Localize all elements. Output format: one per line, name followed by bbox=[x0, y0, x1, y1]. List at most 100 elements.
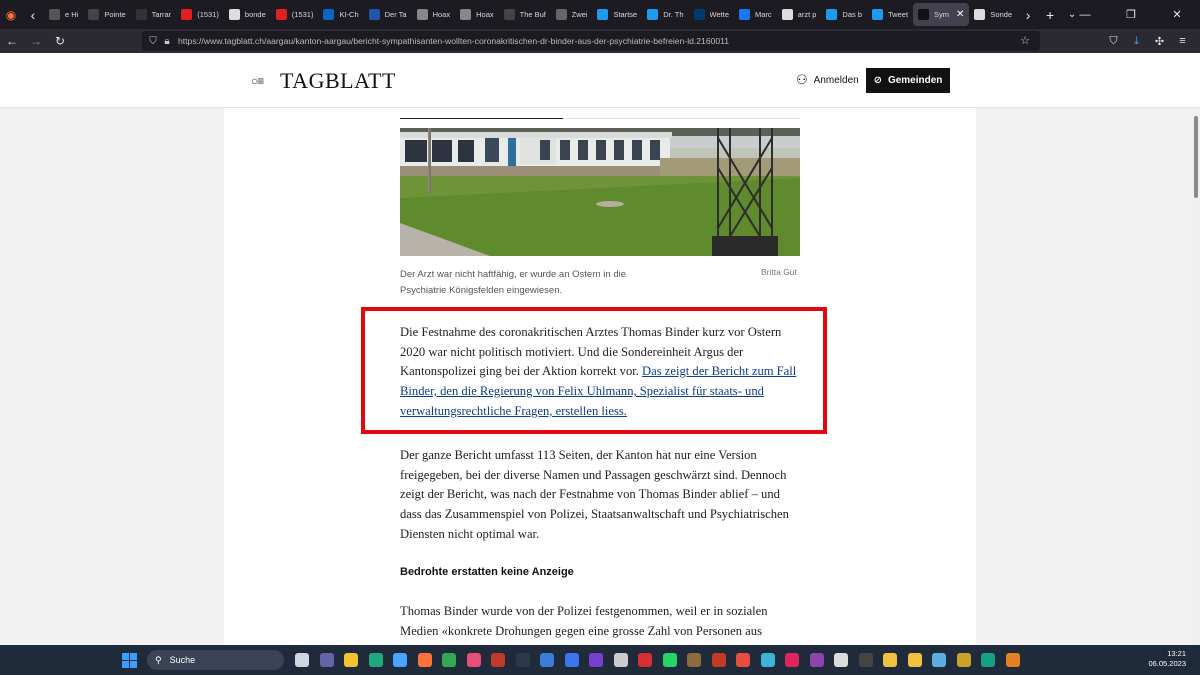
extensions-icon[interactable]: ✣ bbox=[1148, 35, 1171, 48]
site-logo[interactable]: TAGBLATT bbox=[280, 68, 396, 94]
browser-tab[interactable]: (1531) bbox=[271, 0, 319, 29]
taskbar-search[interactable]: ⚲ Suche bbox=[147, 650, 284, 670]
icon-glyph bbox=[515, 653, 530, 667]
tab-label: The Buffalo bbox=[519, 10, 546, 19]
icon-glyph bbox=[883, 653, 898, 667]
task-view-icon[interactable] bbox=[290, 650, 315, 670]
reload-button[interactable]: ↻ bbox=[48, 34, 72, 48]
whatsapp-icon[interactable] bbox=[658, 650, 683, 670]
icon-glyph bbox=[638, 653, 653, 667]
pocket-icon[interactable]: ⛉ bbox=[1102, 35, 1125, 48]
az-icon bbox=[693, 9, 705, 20]
browser-tab[interactable]: Pointe bbox=[83, 0, 130, 29]
downloads-icon[interactable]: ⤓ bbox=[1125, 35, 1148, 48]
app-icon[interactable] bbox=[535, 650, 560, 670]
gemeinden-button[interactable]: ⊘ Gemeinden bbox=[866, 68, 950, 93]
app-icon[interactable] bbox=[805, 650, 830, 670]
m-icon bbox=[368, 9, 380, 20]
app-icon[interactable] bbox=[731, 650, 756, 670]
notepad-icon[interactable] bbox=[927, 650, 952, 670]
browser-tab[interactable]: bonde bbox=[224, 0, 271, 29]
app-icon[interactable] bbox=[707, 650, 732, 670]
app-icon[interactable] bbox=[486, 650, 511, 670]
bookmark-star-icon[interactable]: ☆ bbox=[1020, 34, 1030, 47]
icon-glyph bbox=[368, 653, 383, 667]
tab-label: (1531) bbox=[291, 10, 314, 19]
app-icon[interactable] bbox=[1001, 650, 1026, 670]
file-explorer-icon[interactable] bbox=[339, 650, 364, 670]
address-bar[interactable]: ⛉ 🔒︎ https://www.tagblatt.ch/aargau/kant… bbox=[142, 31, 1040, 51]
browser-tab-strip: ◉ ‹ e Hi Pointe Tarrar (1531) bonde (1531) KI-… bbox=[0, 0, 1200, 29]
browser-tab[interactable]: arzt p bbox=[777, 0, 822, 29]
maximize-button[interactable]: ❐ bbox=[1108, 8, 1154, 21]
browser-tab[interactable]: Hoax bbox=[412, 0, 456, 29]
tab-list: e Hi Pointe Tarrar (1531) bonde (1531) KI-Ch De… bbox=[44, 0, 1017, 29]
tab-label: Startse bbox=[613, 10, 638, 19]
browser-tab[interactable]: Tweet bbox=[867, 0, 913, 29]
new-tab-button[interactable]: + bbox=[1039, 7, 1061, 23]
browser-tab[interactable]: Marc bbox=[734, 0, 777, 29]
store-icon[interactable] bbox=[388, 650, 413, 670]
app-icon[interactable] bbox=[633, 650, 658, 670]
icon-glyph bbox=[809, 653, 824, 667]
tab-scroll-right-icon[interactable]: › bbox=[1017, 7, 1039, 23]
app-icon[interactable] bbox=[952, 650, 977, 670]
scrollbar-thumb[interactable] bbox=[1194, 116, 1198, 198]
browser-tab[interactable]: Hoax bbox=[455, 0, 499, 29]
firefox-menu-icon[interactable]: ◉ bbox=[0, 8, 22, 22]
app-icon[interactable] bbox=[976, 650, 1001, 670]
app-icon[interactable] bbox=[584, 650, 609, 670]
windows-taskbar: ⚲ Suche 13:21 06.05.2023 bbox=[0, 645, 1200, 675]
hoax-icon bbox=[460, 9, 472, 20]
close-tab-icon[interactable]: ✕ bbox=[956, 9, 964, 20]
app-icon[interactable] bbox=[682, 650, 707, 670]
browser-tab[interactable]: Startse bbox=[592, 0, 642, 29]
tab-active[interactable]: Sym ✕ bbox=[913, 3, 970, 26]
browser-tab[interactable]: Sonde bbox=[969, 0, 1017, 29]
browser-tab[interactable]: e Hi bbox=[44, 0, 83, 29]
search-menu-icon[interactable]: ○≡ bbox=[251, 74, 264, 88]
clock[interactable]: 13:21 06.05.2023 bbox=[1148, 649, 1186, 669]
clock-date: 06.05.2023 bbox=[1148, 659, 1186, 668]
close-window-button[interactable]: ✕ bbox=[1154, 8, 1200, 21]
linux-icon[interactable] bbox=[878, 650, 903, 670]
tab-label: Sonde bbox=[990, 10, 1013, 19]
browser-tab[interactable]: Tarrar bbox=[131, 0, 177, 29]
terminal-icon[interactable] bbox=[854, 650, 879, 670]
app-icon[interactable] bbox=[462, 650, 487, 670]
forward-button[interactable]: → bbox=[24, 34, 48, 48]
lock-icon[interactable]: 🔒︎ bbox=[160, 36, 174, 47]
browser-tab[interactable]: (1531) bbox=[176, 0, 224, 29]
linux-icon[interactable] bbox=[903, 650, 928, 670]
app-icon[interactable] bbox=[609, 650, 634, 670]
page-scrollbar[interactable] bbox=[1192, 108, 1200, 645]
browser-tab[interactable]: KI-Ch bbox=[318, 0, 363, 29]
firefox-icon[interactable] bbox=[413, 650, 438, 670]
icon-glyph bbox=[344, 653, 359, 667]
back-button[interactable]: ← bbox=[0, 34, 24, 48]
app-icon[interactable] bbox=[780, 650, 805, 670]
tracking-protection-icon[interactable]: ⛉ bbox=[146, 36, 160, 47]
url-text[interactable]: https://www.tagblatt.ch/aargau/kanton-aa… bbox=[178, 36, 729, 46]
browser-tab[interactable]: Wette bbox=[689, 0, 734, 29]
browser-tab[interactable]: Das b bbox=[821, 0, 867, 29]
login-button[interactable]: ⚇ Anmelden bbox=[796, 72, 859, 88]
browser-tab[interactable]: Zwei bbox=[551, 0, 593, 29]
browser-tab[interactable]: Dr. Th bbox=[642, 0, 688, 29]
edge-icon[interactable] bbox=[364, 650, 389, 670]
browser-tab[interactable]: Der Ta bbox=[364, 0, 412, 29]
photo-credit: Britta Gut bbox=[761, 267, 797, 277]
minimize-button[interactable]: — bbox=[1062, 9, 1108, 21]
chrome-icon[interactable] bbox=[437, 650, 462, 670]
app-menu-icon[interactable]: ≡ bbox=[1171, 35, 1194, 47]
app-icon[interactable] bbox=[756, 650, 781, 670]
app-icon[interactable] bbox=[829, 650, 854, 670]
icon-glyph bbox=[760, 653, 775, 667]
live-icon[interactable] bbox=[511, 650, 536, 670]
teams-icon[interactable] bbox=[315, 650, 340, 670]
browser-tab[interactable]: The Buffalo bbox=[499, 0, 551, 29]
login-label: Anmelden bbox=[813, 74, 859, 86]
windows-start-icon[interactable] bbox=[122, 653, 137, 668]
tab-scroll-left-icon[interactable]: ‹ bbox=[22, 7, 44, 23]
signal-icon[interactable] bbox=[560, 650, 585, 670]
